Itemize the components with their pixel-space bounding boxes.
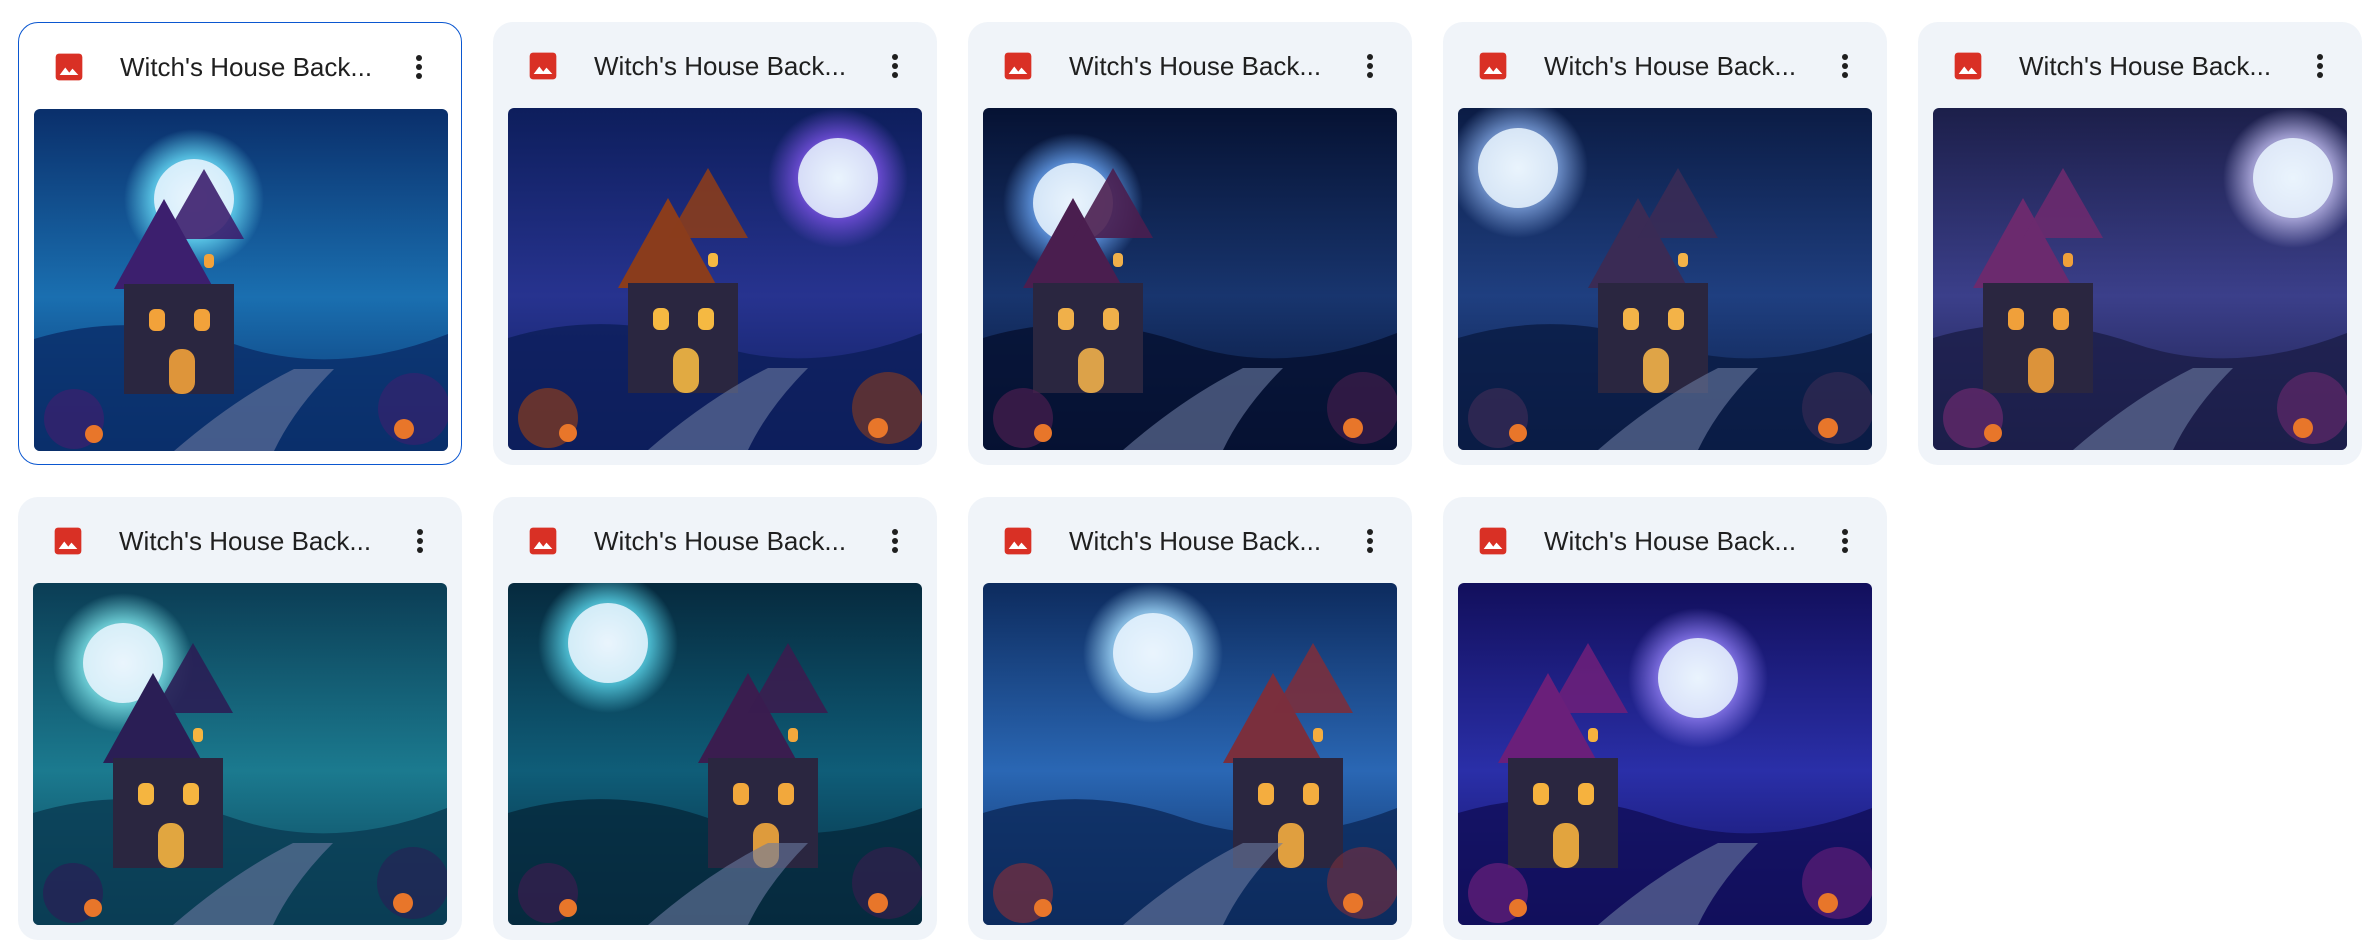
more-actions-button[interactable]: [873, 519, 917, 563]
file-name: Witch's House Back...: [1544, 526, 1797, 556]
file-card-header: Witch's House Back...: [1443, 497, 1887, 583]
more-vert-icon: [416, 528, 424, 554]
file-grid: Witch's House Back... Witch's House Back…: [18, 22, 2362, 940]
more-actions-button[interactable]: [1823, 44, 1867, 88]
file-name: Witch's House Back...: [1069, 526, 1322, 556]
file-card[interactable]: Witch's House Back...: [18, 22, 462, 465]
file-thumbnail[interactable]: [34, 109, 448, 451]
more-actions-button[interactable]: [2298, 44, 2342, 88]
file-card-header: Witch's House Back...: [18, 497, 462, 583]
file-card[interactable]: Witch's House Back...: [1443, 22, 1887, 465]
file-thumbnail[interactable]: [508, 583, 922, 925]
more-actions-button[interactable]: [873, 44, 917, 88]
file-card[interactable]: Witch's House Back...: [1443, 497, 1887, 940]
image-file-icon: [52, 525, 84, 557]
more-actions-button[interactable]: [1823, 519, 1867, 563]
file-card-header: Witch's House Back...: [493, 22, 937, 108]
file-thumbnail[interactable]: [1458, 583, 1872, 925]
image-file-icon: [1952, 50, 1984, 82]
image-file-icon: [1002, 525, 1034, 557]
file-card-header: Witch's House Back...: [19, 23, 461, 109]
more-vert-icon: [891, 53, 899, 79]
more-actions-button[interactable]: [1348, 519, 1392, 563]
file-card[interactable]: Witch's House Back...: [493, 497, 937, 940]
file-name: Witch's House Back...: [119, 526, 372, 556]
file-thumbnail[interactable]: [508, 108, 922, 450]
more-actions-button[interactable]: [1348, 44, 1392, 88]
file-thumbnail[interactable]: [1933, 108, 2347, 450]
more-vert-icon: [1366, 53, 1374, 79]
image-file-icon: [1002, 50, 1034, 82]
more-actions-button[interactable]: [398, 519, 442, 563]
more-vert-icon: [1366, 528, 1374, 554]
file-card[interactable]: Witch's House Back...: [968, 497, 1412, 940]
file-name: Witch's House Back...: [1544, 51, 1797, 81]
more-vert-icon: [891, 528, 899, 554]
file-card[interactable]: Witch's House Back...: [493, 22, 937, 465]
file-name: Witch's House Back...: [2019, 51, 2272, 81]
more-vert-icon: [1841, 53, 1849, 79]
image-file-icon: [1477, 50, 1509, 82]
file-name: Witch's House Back...: [1069, 51, 1322, 81]
image-file-icon: [527, 50, 559, 82]
file-card[interactable]: Witch's House Back...: [1918, 22, 2362, 465]
file-card-header: Witch's House Back...: [1443, 22, 1887, 108]
file-card[interactable]: Witch's House Back...: [968, 22, 1412, 465]
file-card-header: Witch's House Back...: [1918, 22, 2362, 108]
file-thumbnail[interactable]: [1458, 108, 1872, 450]
file-name: Witch's House Back...: [120, 52, 373, 82]
image-file-icon: [1477, 525, 1509, 557]
file-card-header: Witch's House Back...: [493, 497, 937, 583]
image-file-icon: [527, 525, 559, 557]
image-file-icon: [53, 51, 85, 83]
file-name: Witch's House Back...: [594, 51, 847, 81]
file-thumbnail[interactable]: [33, 583, 447, 925]
file-card[interactable]: Witch's House Back...: [18, 497, 462, 940]
more-vert-icon: [2316, 53, 2324, 79]
more-actions-button[interactable]: [397, 45, 441, 89]
more-vert-icon: [1841, 528, 1849, 554]
file-card-header: Witch's House Back...: [968, 22, 1412, 108]
file-thumbnail[interactable]: [983, 108, 1397, 450]
file-name: Witch's House Back...: [594, 526, 847, 556]
more-vert-icon: [415, 54, 423, 80]
file-card-header: Witch's House Back...: [968, 497, 1412, 583]
file-thumbnail[interactable]: [983, 583, 1397, 925]
